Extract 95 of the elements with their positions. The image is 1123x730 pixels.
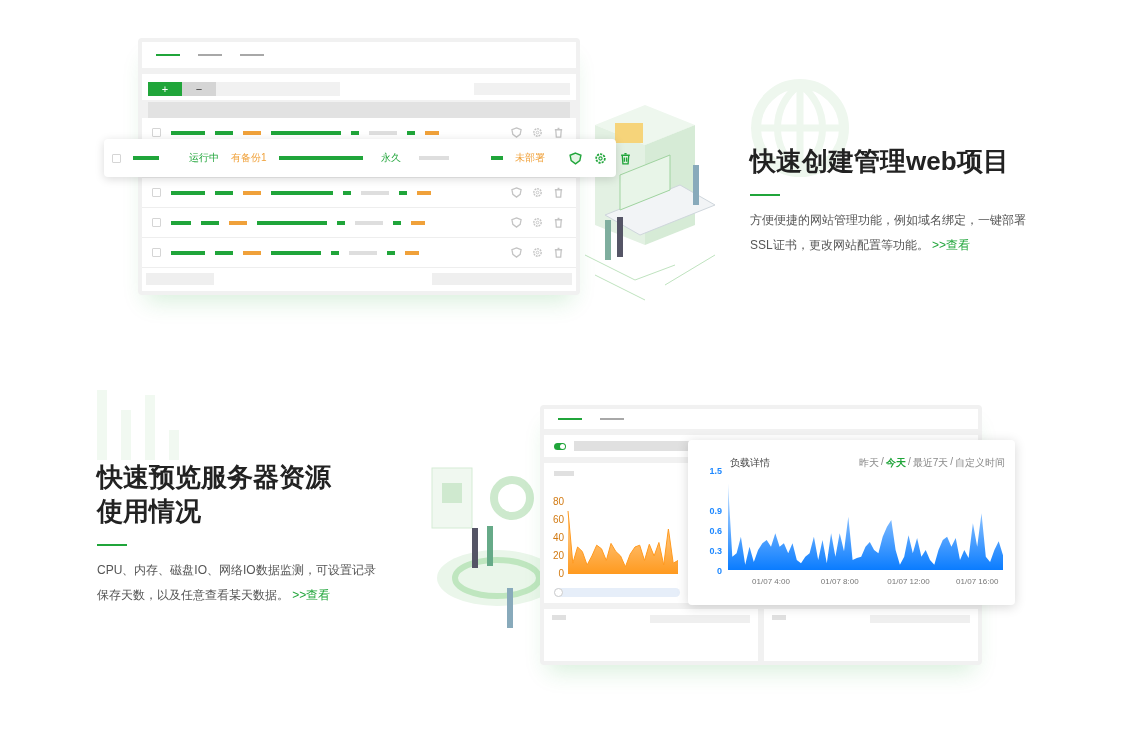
axis-tick-label: 0.3 (709, 546, 722, 556)
placeholder-bar (215, 190, 233, 195)
trash-icon[interactable] (553, 247, 564, 258)
placeholder-bar (552, 615, 566, 620)
feature-description: 方便便捷的网站管理功能，例如域名绑定，一键部署SSL证书，更改网站配置等功能。 >>查看 (750, 212, 1027, 254)
expiry-text: 永久 (380, 151, 401, 165)
placeholder-bar (351, 130, 359, 135)
placeholder-bar (215, 250, 233, 255)
separator-text: / (907, 456, 911, 469)
card-title: 负载详情 (730, 456, 770, 470)
range-slider[interactable] (554, 588, 680, 597)
view-link[interactable]: >>查看 (932, 238, 971, 252)
placeholder-bar (361, 190, 389, 195)
settings-icon[interactable] (532, 247, 543, 258)
feature-heading: 快速预览服务器资源使用情况 (97, 461, 332, 528)
ssl-status-text: 未部署 (514, 151, 545, 165)
remove-button[interactable]: − (182, 82, 216, 96)
axis-tick-label: 01/07 16:00 (956, 577, 999, 586)
placeholder-bar (271, 190, 333, 195)
trash-icon[interactable] (618, 151, 632, 165)
placeholder-bar (417, 190, 431, 195)
placeholder-bar (229, 220, 247, 225)
row-checkbox[interactable] (152, 248, 161, 257)
view-link[interactable]: >>查看 (292, 588, 331, 602)
placeholder-bar (355, 220, 383, 225)
trash-icon[interactable] (553, 127, 564, 138)
placeholder-bar (343, 190, 351, 195)
placeholder-bar (349, 250, 377, 255)
time-range-link[interactable]: 最近7天 (912, 456, 949, 470)
shield-icon[interactable] (568, 151, 582, 165)
placeholder-bar (405, 250, 419, 255)
time-range-link[interactable]: 自定义时间 (955, 456, 1005, 470)
placeholder-bar (407, 130, 415, 135)
search-field[interactable] (216, 82, 340, 96)
placeholder-bar (425, 130, 439, 135)
axis-tick-label: 40 (552, 532, 564, 543)
placeholder-bar (337, 220, 345, 225)
status-text: 运行中 (189, 151, 219, 165)
placeholder-bar (243, 130, 261, 135)
placeholder-bar (171, 130, 205, 135)
placeholder-bar (331, 250, 339, 255)
placeholder-bar (243, 190, 261, 195)
placeholder-bar (171, 250, 205, 255)
row-checkbox[interactable] (112, 153, 121, 163)
axis-tick-label: 80 (552, 496, 564, 507)
placeholder-bar (411, 220, 425, 225)
toggle-switch[interactable] (554, 442, 566, 450)
axis-tick-label: 01/07 4:00 (752, 577, 790, 586)
placeholder-bar (243, 250, 261, 255)
placeholder-bar (490, 156, 503, 160)
time-range-link[interactable]: 今天 (885, 456, 906, 470)
axis-tick-label: 0.6 (709, 526, 722, 536)
placeholder-bar (393, 220, 401, 225)
placeholder-bar (171, 220, 191, 225)
axis-tick-label: 20 (552, 550, 564, 561)
axis-tick-label: 0 (558, 568, 564, 579)
placeholder-bar (171, 190, 205, 195)
axis-tick-label: 01/07 12:00 (887, 577, 930, 586)
placeholder-bar (369, 130, 397, 135)
placeholder-bar (772, 615, 786, 620)
shield-icon[interactable] (511, 247, 522, 258)
placeholder-bar (271, 130, 341, 135)
placeholder-bar (215, 130, 233, 135)
placeholder-bar (257, 220, 327, 225)
shield-icon[interactable] (511, 187, 522, 198)
time-range-link[interactable]: 昨天 (859, 456, 880, 470)
placeholder-bar (387, 250, 395, 255)
axis-tick-label: 0 (717, 566, 722, 576)
feature-heading: 快速创建管理web项目 (750, 145, 1010, 178)
placeholder-bar (418, 156, 449, 160)
settings-icon[interactable] (532, 187, 543, 198)
row-checkbox[interactable] (152, 188, 161, 197)
axis-tick-label: 01/07 8:00 (820, 577, 859, 586)
settings-icon[interactable] (593, 151, 607, 165)
feature-description: CPU、内存、磁盘IO、网络IO数据监测，可设置记录保存天数，以及任意查看某天数据。 >>查看 (97, 562, 377, 604)
backup-text: 有备份1 (231, 151, 267, 165)
settings-icon[interactable] (532, 127, 543, 138)
trash-icon[interactable] (553, 217, 564, 228)
add-button[interactable]: + (148, 82, 182, 96)
placeholder-bar (133, 156, 159, 160)
shield-icon[interactable] (511, 127, 522, 138)
separator-text: / (950, 456, 953, 469)
placeholder-bar (399, 190, 407, 195)
row-checkbox[interactable] (152, 128, 161, 137)
axis-tick-label: 60 (552, 514, 564, 525)
placeholder-bar (201, 220, 219, 225)
axis-tick-label: 0.9 (709, 506, 722, 516)
shield-icon[interactable] (511, 217, 522, 228)
row-checkbox[interactable] (152, 218, 161, 227)
settings-icon[interactable] (532, 217, 543, 228)
separator-text: / (881, 456, 884, 469)
placeholder-bar (271, 250, 321, 255)
placeholder-bar (554, 471, 574, 476)
trash-icon[interactable] (553, 187, 564, 198)
axis-tick-label: 1.5 (709, 466, 722, 476)
